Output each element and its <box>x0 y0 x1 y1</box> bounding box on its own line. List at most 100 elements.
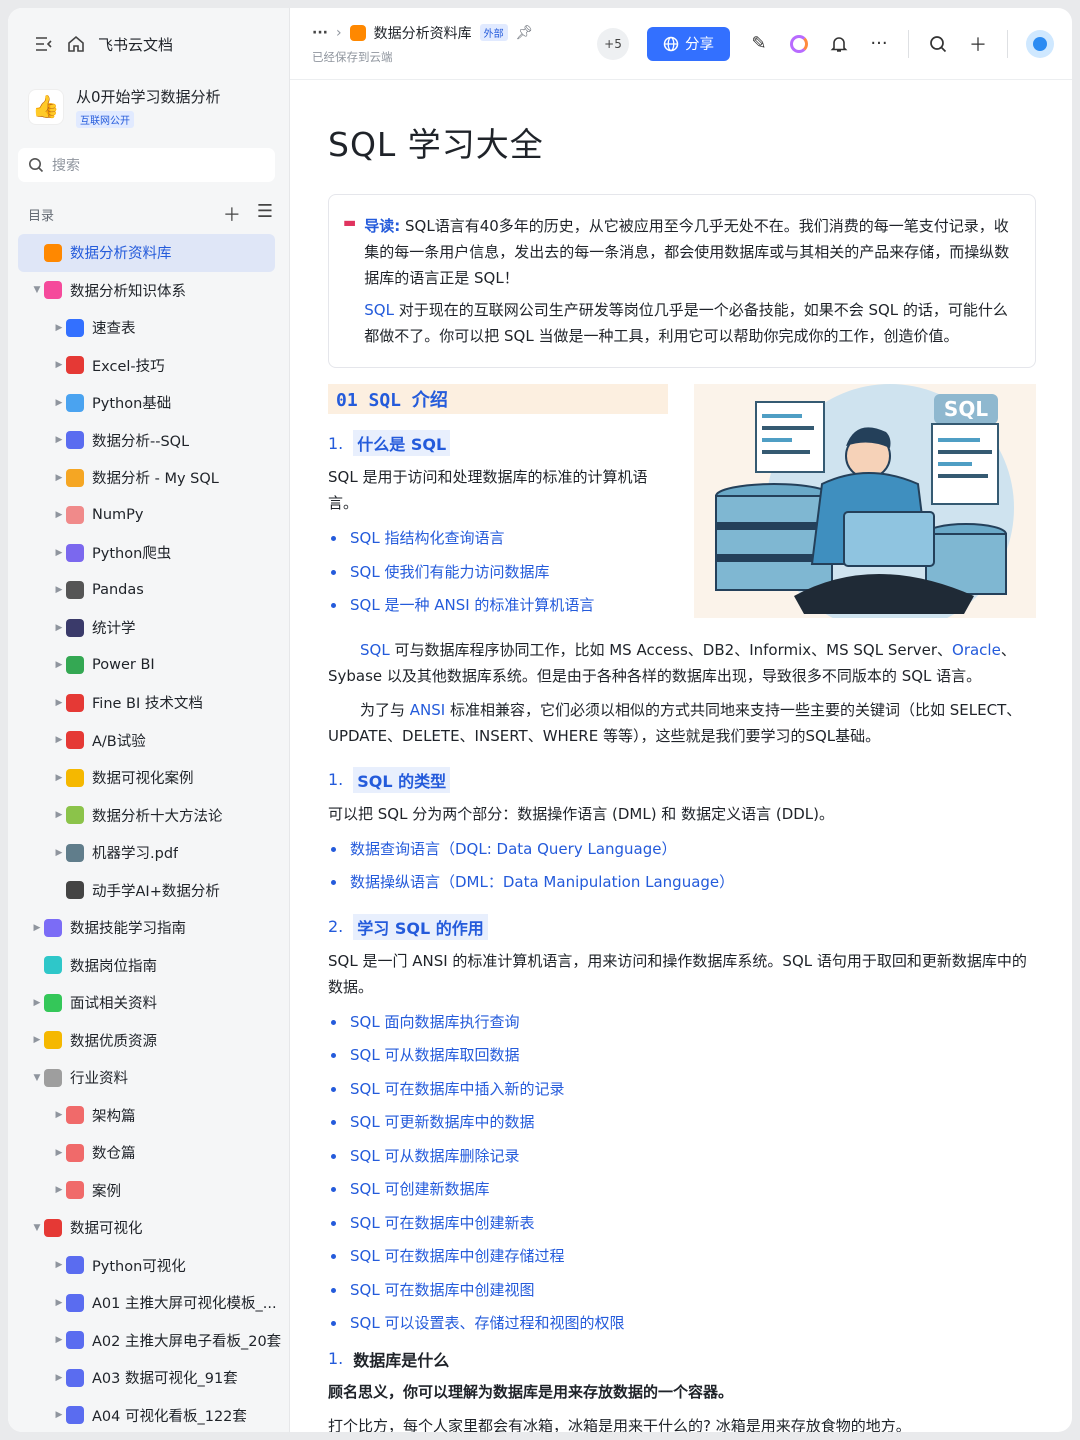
list-settings-icon[interactable]: ☰ <box>257 201 273 227</box>
sidebar-item[interactable]: ▶ Python基础 <box>8 384 289 422</box>
sidebar-header: 飞书云文档 <box>8 8 289 80</box>
chevron-right-icon[interactable]: ▶ <box>52 698 66 708</box>
bell-icon[interactable] <box>828 33 850 55</box>
sidebar-item-label: A/B试验 <box>92 733 146 750</box>
sidebar-item[interactable]: ▶ A01 主推大屏可视化模板_... <box>8 1284 289 1322</box>
app-name[interactable]: 飞书云文档 <box>98 34 173 55</box>
sidebar-item-label: 行业资料 <box>70 1071 128 1088</box>
recycle-icon <box>66 656 84 675</box>
sidebar-item[interactable]: ▶ 数仓篇 <box>8 1134 289 1172</box>
chevron-right-icon[interactable]: ▶ <box>30 998 44 1008</box>
sidebar-item[interactable]: 动手学AI+数据分析 <box>8 872 289 910</box>
chevron-right-icon[interactable]: ▶ <box>52 1185 66 1195</box>
chevron-right-icon[interactable]: ▶ <box>52 1335 66 1345</box>
sidebar-item[interactable]: ▶ 数据分析 - My SQL <box>8 459 289 497</box>
sidebar-item[interactable]: ▶ 数据优质资源 <box>8 1022 289 1060</box>
chevron-right-icon[interactable]: ▶ <box>30 923 44 933</box>
paragraph: 可以把 SQL 分为两个部分：数据操作语言 (DML) 和 数据定义语言 (DD… <box>328 804 835 823</box>
sidebar-item[interactable]: ▶ A/B试验 <box>8 722 289 760</box>
sidebar-item[interactable]: ▶ 案例 <box>8 1172 289 1210</box>
chevron-right-icon[interactable]: ▶ <box>52 848 66 858</box>
chevron-right-icon[interactable]: ▶ <box>52 735 66 745</box>
chevron-right-icon[interactable]: ▶ <box>52 585 66 595</box>
ansi-link[interactable]: ANSI <box>410 701 445 719</box>
warehouse-icon <box>66 1143 84 1162</box>
chevron-down-icon[interactable]: ▼ <box>30 1223 44 1233</box>
chevron-right-icon[interactable]: ▶ <box>52 323 66 333</box>
sidebar-item[interactable]: ▶ A02 主推大屏电子看板_20套 <box>8 1322 289 1360</box>
chevron-right-icon[interactable]: ▶ <box>52 1110 66 1120</box>
sidebar-item[interactable]: ▶ NumPy <box>8 497 289 535</box>
chevron-right-icon[interactable]: ▶ <box>52 623 66 633</box>
search-input[interactable]: 搜索 <box>18 148 275 182</box>
sidebar-item[interactable]: ▶ Pandas <box>8 572 289 610</box>
more-icon[interactable]: ··· <box>868 33 890 55</box>
sidebar-item-label: 数仓篇 <box>92 1146 136 1163</box>
edit-icon[interactable]: ✎ <box>748 33 770 55</box>
sidebar-item[interactable]: ▶ Power BI <box>8 647 289 685</box>
workspace-header[interactable]: 👍 从0开始学习数据分析 互联网公开 <box>8 80 289 138</box>
sidebar-item[interactable]: ▶ 数据可视化案例 <box>8 759 289 797</box>
chevron-down-icon[interactable]: ▼ <box>30 1073 44 1083</box>
sidebar-item[interactable]: ▶ 数据分析十大方法论 <box>8 797 289 835</box>
chevron-right-icon[interactable]: ▶ <box>52 548 66 558</box>
sidebar-item[interactable]: ▶ 机器学习.pdf <box>8 834 289 872</box>
sidebar-item[interactable]: ▶ 速查表 <box>8 309 289 347</box>
sidebar-item[interactable]: ▶ A04 可视化看板_122套 <box>8 1397 289 1433</box>
chevron-right-icon[interactable]: ▶ <box>52 435 66 445</box>
breadcrumb-current[interactable]: 数据分析资料库 <box>374 23 472 43</box>
chevron-right-icon[interactable]: ▶ <box>30 1035 44 1045</box>
add-node-icon[interactable]: ＋ <box>223 201 241 227</box>
chevron-right-icon[interactable]: ▶ <box>52 773 66 783</box>
paragraph: SQL 是用于访问和处理数据库的标准的计算机语言。 <box>328 468 648 512</box>
home-icon[interactable] <box>66 34 86 54</box>
collaborators-more[interactable]: +5 <box>597 27 629 60</box>
search-icon[interactable] <box>927 33 949 55</box>
puzzle-icon <box>66 806 84 825</box>
chevron-right-icon[interactable]: ▶ <box>52 1260 66 1270</box>
chevron-right-icon[interactable]: ▶ <box>52 1373 66 1383</box>
sidebar-item[interactable]: ▶ Excel-技巧 <box>8 347 289 385</box>
add-icon[interactable]: ＋ <box>967 33 989 56</box>
ai-assistant-icon[interactable] <box>788 33 810 55</box>
breadcrumb-more[interactable]: ··· <box>312 25 328 41</box>
chevron-right-icon[interactable]: ▶ <box>52 1298 66 1308</box>
sidebar-item[interactable]: ▶ A03 数据可视化_91套 <box>8 1359 289 1397</box>
thumbs-up-icon: 👍 <box>28 89 64 125</box>
chevron-down-icon[interactable]: ▼ <box>30 285 44 295</box>
floppy-icon <box>66 618 84 637</box>
sidebar-item[interactable]: ▶ 统计学 <box>8 609 289 647</box>
sidebar-item[interactable]: ▶ Python爬虫 <box>8 534 289 572</box>
share-button[interactable]: 分享 <box>647 26 730 61</box>
chevron-right-icon[interactable]: ▶ <box>52 360 66 370</box>
sql-link[interactable]: SQL <box>360 641 390 659</box>
sql-link[interactable]: SQL <box>364 301 394 319</box>
sidebar-item[interactable]: ▼ 数据可视化 <box>8 1209 289 1247</box>
chevron-right-icon[interactable]: ▶ <box>52 473 66 483</box>
chevron-right-icon[interactable]: ▶ <box>52 810 66 820</box>
avatar[interactable] <box>1026 29 1054 58</box>
heading-number: 1. <box>328 770 344 789</box>
oracle-link[interactable]: Oracle <box>952 641 1001 659</box>
sidebar-item[interactable]: 数据分析资料库 <box>18 234 275 272</box>
chevron-right-icon[interactable]: ▶ <box>52 1410 66 1420</box>
sidebar-item[interactable]: ▼ 行业资料 <box>8 1059 289 1097</box>
chevron-right-icon[interactable]: ▶ <box>52 510 66 520</box>
chevron-right-icon[interactable]: ▶ <box>52 1148 66 1158</box>
pin-icon[interactable]: 📌︎ <box>516 25 534 41</box>
sidebar-item[interactable]: 数据岗位指南 <box>8 947 289 985</box>
sidebar-item[interactable]: ▶ Python可视化 <box>8 1247 289 1285</box>
sidebar-item[interactable]: ▶ 数据技能学习指南 <box>8 909 289 947</box>
sidebar-item-label: 数据分析知识体系 <box>70 283 186 300</box>
chevron-right-icon[interactable]: ▶ <box>52 398 66 408</box>
chevron-right-icon[interactable]: ▶ <box>52 660 66 670</box>
sidebar-item[interactable]: ▼ 数据分析知识体系 <box>8 272 289 310</box>
sidebar-item[interactable]: ▶ Fine BI 技术文档 <box>8 684 289 722</box>
callout-lead: 导读: <box>364 217 401 235</box>
collapse-sidebar-icon[interactable] <box>34 34 54 54</box>
sidebar-item-label: 架构篇 <box>92 1108 136 1125</box>
sidebar-item-label: A04 可视化看板_122套 <box>92 1408 247 1425</box>
sidebar-item[interactable]: ▶ 数据分析--SQL <box>8 422 289 460</box>
sidebar-item[interactable]: ▶ 架构篇 <box>8 1097 289 1135</box>
sidebar-item[interactable]: ▶ 面试相关资料 <box>8 984 289 1022</box>
